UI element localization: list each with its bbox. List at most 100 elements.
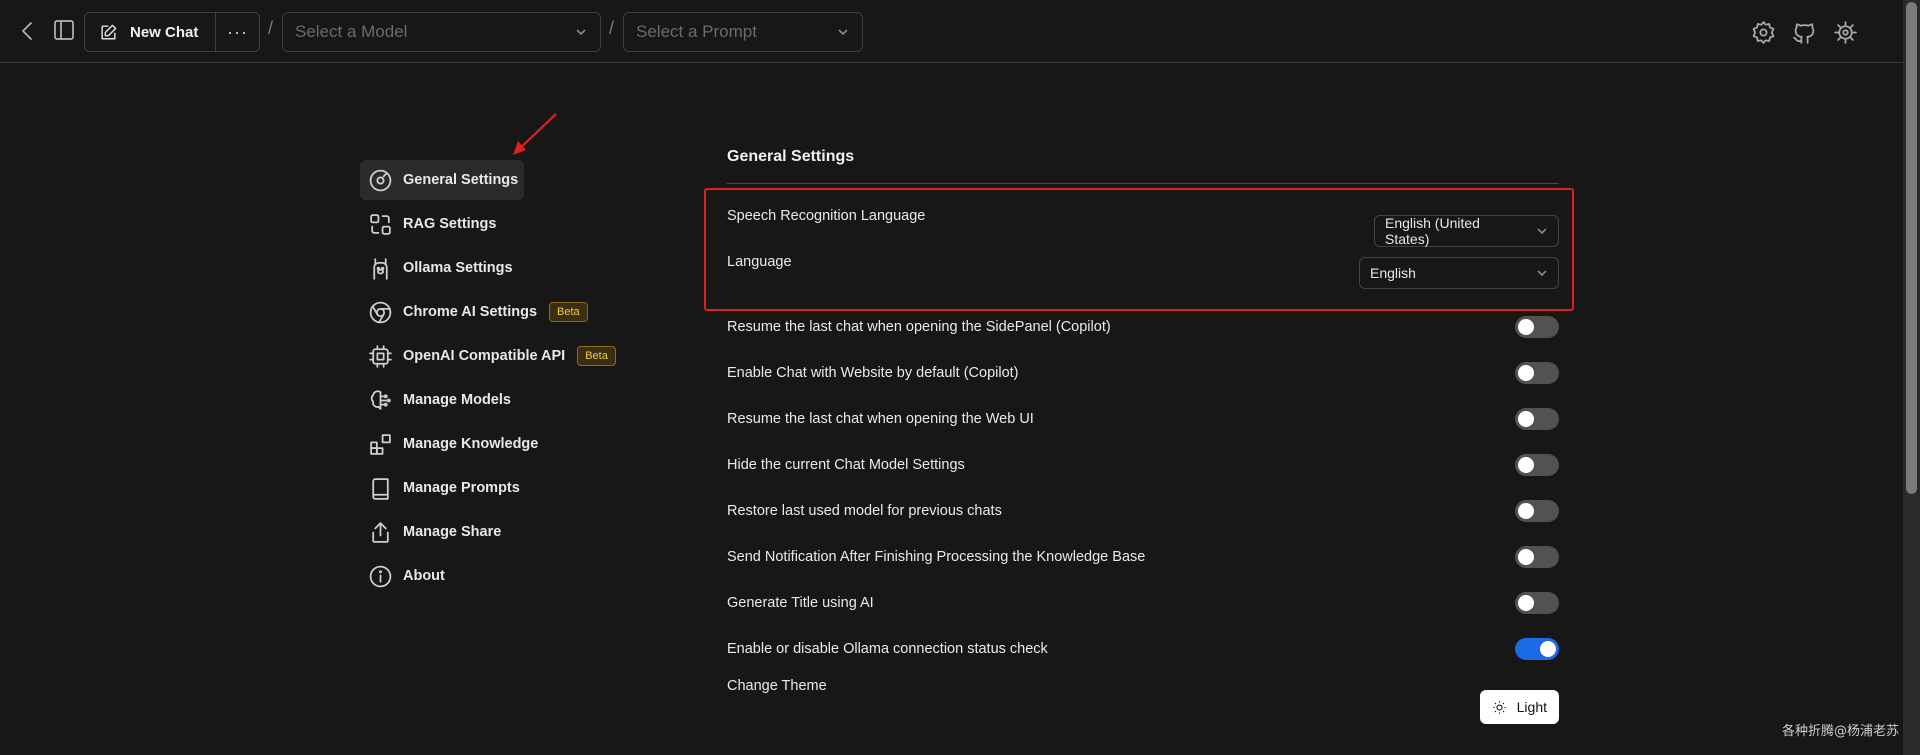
toggle-knob [1518,457,1534,473]
toggle-knob [1518,549,1534,565]
sidebar-item-label: Ollama Settings [403,260,513,276]
toggle-label: Restore last used model for previous cha… [727,503,1002,519]
settings-gear-icon[interactable] [1751,20,1776,45]
sidebar-item-label: OpenAI Compatible API [403,348,566,364]
toggle-label: Enable Chat with Website by default (Cop… [727,365,1019,381]
language-row: Language English [727,250,1559,304]
toggle-switch[interactable] [1515,408,1559,430]
sidebar-item-label: RAG Settings [403,216,497,232]
watermark: 各种折腾@杨浦老苏 [1781,724,1899,739]
theme-button-label: Light [1516,699,1547,715]
back-icon[interactable] [16,18,40,44]
new-chat-label: New Chat [130,23,199,41]
speech-language-value: English (United States) [1385,215,1480,247]
toggle-label: Generate Title using AI [727,595,874,611]
toggle-label: Resume the last chat when opening the Si… [727,319,1111,335]
sidebar-item-openai-compatible-api[interactable]: OpenAI Compatible API Beta [360,336,620,376]
light-theme-button[interactable]: Light [1479,690,1559,724]
model-select[interactable]: Select a Model [282,12,601,52]
sidebar-item-manage-prompts[interactable]: Manage Prompts [360,468,620,508]
sidebar-item-label: Manage Models [403,392,511,408]
sidebar-item-manage-models[interactable]: Manage Models [360,380,620,420]
language-value: English [1370,265,1416,281]
chrome-icon [369,301,392,323]
sidebar-item-label: About [403,568,445,584]
toggle-row: Resume the last chat when opening the We… [727,396,1559,442]
change-theme-label: Change Theme [727,678,827,694]
sun-icon [1492,700,1506,714]
language-select[interactable]: English [1359,257,1559,289]
theme-row: Change Theme Light [727,672,1559,726]
settings-nav: General Settings RAG Settings Ollama Set… [360,160,620,600]
general-settings-icon [369,169,392,191]
sidebar-item-label: Chrome AI Settings [403,304,538,320]
new-chat-button[interactable]: New Chat [85,13,216,51]
toggle-row: Enable or disable Ollama connection stat… [727,626,1559,672]
llama-icon [373,257,388,280]
breadcrumb-separator: / [268,18,274,38]
scrollbar-thumb[interactable] [1906,2,1917,494]
book-icon [372,477,389,500]
toggle-label: Send Notification After Finishing Proces… [727,549,1146,565]
info-icon [369,565,392,587]
toggle-label: Enable or disable Ollama connection stat… [727,641,1048,657]
toggle-knob [1518,365,1534,381]
sidebar-item-ollama-settings[interactable]: Ollama Settings [360,248,620,288]
language-label: Language [727,254,792,270]
prompt-select[interactable]: Select a Prompt [623,12,863,52]
scrollbar[interactable] [1903,0,1920,755]
settings-panel: General Settings Speech Recognition Lang… [727,148,1559,726]
sidebar-item-rag-settings[interactable]: RAG Settings [360,204,620,244]
sidebar-item-label: Manage Knowledge [403,436,539,452]
chevron-down-icon [1537,270,1547,277]
chevron-down-icon [1537,228,1547,235]
toggle-switch[interactable] [1515,316,1559,338]
toggle-switch[interactable] [1515,500,1559,522]
beta-badge: Beta [549,302,588,322]
toggle-switch[interactable] [1515,362,1559,384]
toggle-row: Resume the last chat when opening the Si… [727,304,1559,350]
speech-language-row: Speech Recognition Language English (Uni… [727,204,1559,250]
chip-icon [369,344,392,368]
toggle-knob [1518,411,1534,427]
sidebar-toggle-icon[interactable] [52,18,76,42]
cog-settings-icon[interactable] [1833,20,1858,45]
toggle-row: Hide the current Chat Model Settings [727,442,1559,488]
toggle-switch[interactable] [1515,546,1559,568]
sidebar-item-chrome-ai-settings[interactable]: Chrome AI Settings Beta [360,292,620,332]
toggle-label: Hide the current Chat Model Settings [727,457,965,473]
toggle-switch[interactable] [1515,638,1559,660]
top-right-icons [1751,20,1858,45]
new-chat-group: New Chat ··· [84,12,260,52]
divider [727,183,1559,184]
toggle-row: Generate Title using AI [727,580,1559,626]
toggle-knob [1540,641,1556,657]
sidebar-item-label: Manage Share [403,524,502,540]
beta-badge: Beta [577,346,616,366]
blocks-icon [370,433,391,455]
sidebar-item-about[interactable]: About [360,556,620,596]
rag-icon [370,213,391,235]
toggle-switch[interactable] [1515,592,1559,614]
toggle-label: Resume the last chat when opening the We… [727,411,1034,427]
sidebar-item-label: General Settings [403,172,519,188]
more-options-button[interactable]: ··· [216,13,259,51]
model-select-placeholder: Select a Model [295,22,408,41]
toggle-row: Enable Chat with Website by default (Cop… [727,350,1559,396]
toggle-switch[interactable] [1515,454,1559,476]
toggle-knob [1518,595,1534,611]
page-title: General Settings [727,148,855,165]
sidebar-item-manage-knowledge[interactable]: Manage Knowledge [360,424,620,464]
brain-icon [370,389,391,410]
sidebar-item-label: Manage Prompts [403,480,520,496]
sidebar-item-general-settings[interactable]: General Settings [360,160,524,200]
speech-language-select[interactable]: English (United States) [1374,215,1559,247]
toggle-row: Send Notification After Finishing Proces… [727,534,1559,580]
annotation-arrow [513,113,557,155]
toggle-row: Restore last used model for previous cha… [727,488,1559,534]
github-icon[interactable] [1792,20,1817,45]
breadcrumb-separator: / [609,18,615,38]
prompt-select-placeholder: Select a Prompt [636,22,757,41]
share-icon [372,521,389,543]
sidebar-item-manage-share[interactable]: Manage Share [360,512,620,552]
